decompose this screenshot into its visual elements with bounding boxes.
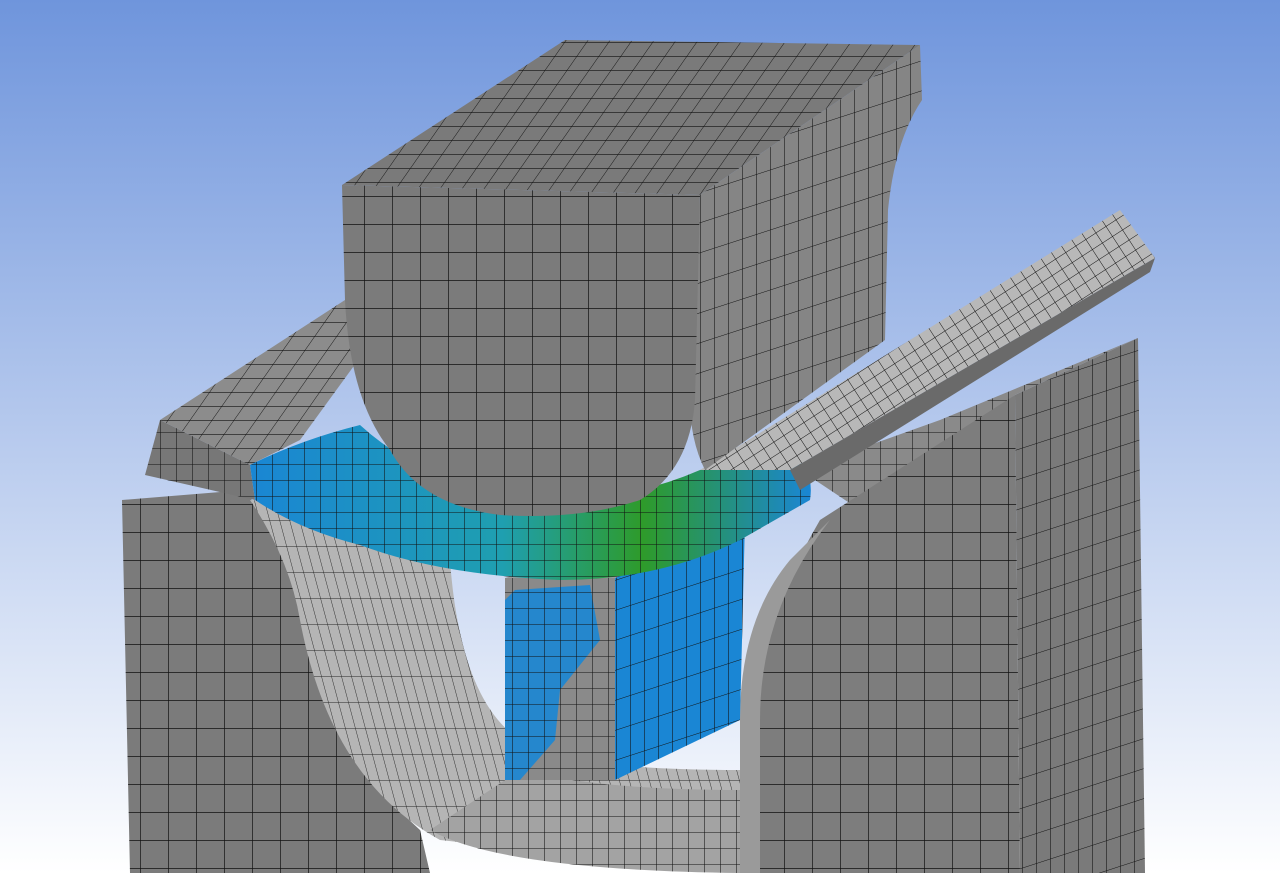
insert-front-mesh	[505, 578, 615, 780]
fea-mesh-scene[interactable]	[0, 0, 1280, 873]
graphics-viewport[interactable]	[0, 0, 1280, 873]
die-right-side-mesh	[1015, 338, 1145, 873]
